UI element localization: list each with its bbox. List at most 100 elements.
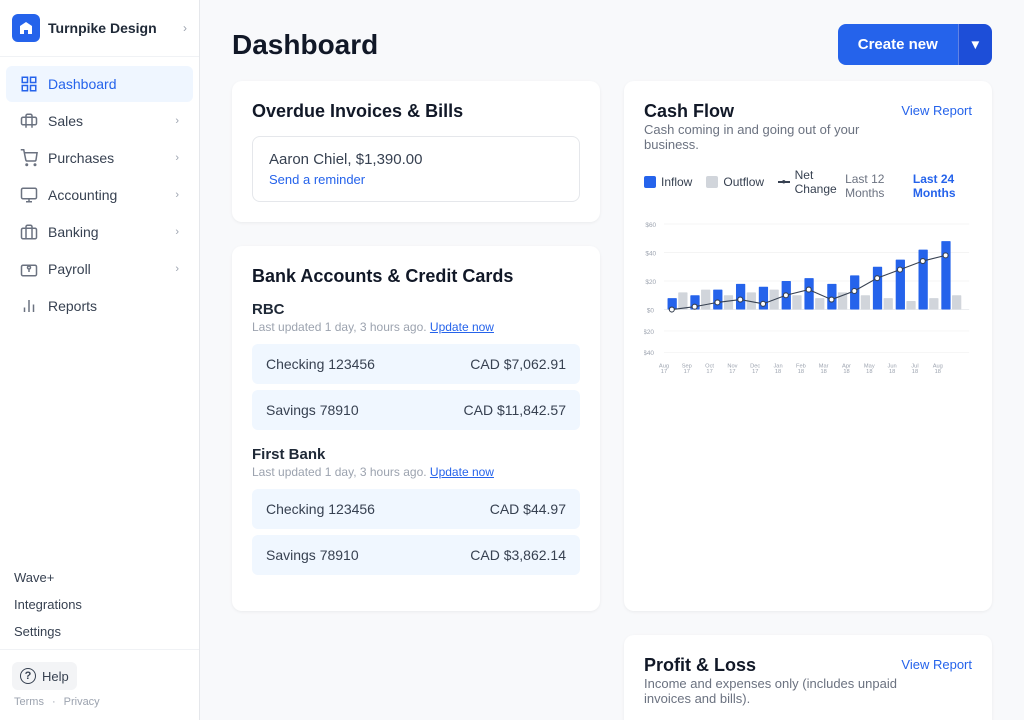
sidebar-item-dashboard[interactable]: Dashboard	[6, 66, 193, 102]
svg-text:-$40: -$40	[644, 350, 654, 357]
first-savings-name: Savings 78910	[266, 547, 359, 563]
svg-text:18: 18	[798, 369, 804, 375]
svg-text:18: 18	[935, 369, 941, 375]
rbc-name: RBC	[252, 301, 580, 318]
help-icon: ?	[20, 668, 36, 684]
bank-first: First Bank Last updated 1 day, 3 hours a…	[252, 446, 580, 575]
legend-inflow: Inflow	[644, 175, 692, 189]
sidebar-item-label: Purchases	[48, 150, 165, 166]
svg-text:18: 18	[775, 369, 781, 375]
sidebar-item-label: Banking	[48, 224, 165, 240]
banking-icon	[20, 223, 38, 241]
payroll-icon	[20, 260, 38, 278]
accounting-icon	[20, 186, 38, 204]
bank-accounts-title: Bank Accounts & Credit Cards	[252, 266, 580, 287]
svg-text:$60: $60	[645, 222, 656, 229]
create-new-button-group: Create new ▼	[838, 24, 992, 65]
sidebar-settings[interactable]: Settings	[14, 618, 185, 645]
help-label: Help	[42, 669, 69, 684]
svg-text:-$20: -$20	[644, 329, 654, 336]
chevron-down-icon: ›	[175, 189, 179, 201]
cash-flow-legend: Inflow Outflow Net Change	[644, 168, 841, 196]
first-bank-updated: Last updated 1 day, 3 hours ago. Update …	[252, 465, 580, 479]
svg-text:18: 18	[912, 369, 918, 375]
svg-text:$40: $40	[645, 250, 656, 257]
page-title: Dashboard	[232, 29, 838, 61]
rbc-checking[interactable]: Checking 123456 CAD $7,062.91	[252, 344, 580, 384]
sidebar-bottom: ? Help Terms · Privacy	[0, 649, 199, 720]
first-bank-savings[interactable]: Savings 78910 CAD $3,862.14	[252, 535, 580, 575]
dashboard-icon	[20, 75, 38, 93]
sidebar-item-label: Reports	[48, 298, 179, 314]
profit-loss-view-report[interactable]: View Report	[901, 657, 972, 672]
bank-rbc: RBC Last updated 1 day, 3 hours ago. Upd…	[252, 301, 580, 430]
cash-flow-period: Last 12 Months Last 24 Months	[841, 170, 972, 202]
sidebar-item-purchases[interactable]: Purchases ›	[6, 140, 193, 176]
sidebar-item-reports[interactable]: Reports	[6, 288, 193, 324]
rbc-updated: Last updated 1 day, 3 hours ago. Update …	[252, 320, 580, 334]
overdue-invoices-card: Overdue Invoices & Bills Aaron Chiel, $1…	[232, 81, 600, 222]
terms-link[interactable]: Terms	[14, 696, 44, 708]
overdue-title: Overdue Invoices & Bills	[252, 101, 580, 122]
svg-text:17: 17	[752, 369, 758, 375]
first-savings-amount: CAD $3,862.14	[470, 547, 566, 563]
invoice-name: Aaron Chiel, $1,390.00	[269, 151, 422, 168]
chevron-down-icon: ›	[175, 263, 179, 275]
sidebar-item-label: Accounting	[48, 187, 165, 203]
sidebar-wave-plus[interactable]: Wave+	[14, 564, 185, 591]
period-12m[interactable]: Last 12 Months	[841, 170, 901, 202]
first-bank-update-link[interactable]: Update now	[430, 465, 494, 479]
svg-text:18: 18	[866, 369, 872, 375]
profit-loss-title: Profit & Loss	[644, 655, 901, 676]
cash-flow-view-report[interactable]: View Report	[901, 103, 972, 118]
net-change-line	[778, 181, 790, 183]
invoice-item[interactable]: Aaron Chiel, $1,390.00 Send a reminder	[252, 136, 580, 202]
sidebar-item-label: Payroll	[48, 261, 165, 277]
svg-text:17: 17	[729, 369, 735, 375]
cash-flow-header: Cash Flow Cash coming in and going out o…	[644, 101, 972, 162]
profit-loss-card: Profit & Loss Income and expenses only (…	[624, 635, 992, 720]
app-logo	[12, 14, 40, 42]
purchases-icon	[20, 149, 38, 167]
sidebar-item-banking[interactable]: Banking ›	[6, 214, 193, 250]
main-header: Dashboard Create new ▼	[200, 0, 1024, 81]
sales-icon	[20, 112, 38, 130]
send-reminder-link[interactable]: Send a reminder	[269, 172, 563, 187]
inflow-color	[644, 176, 656, 188]
svg-text:18: 18	[843, 369, 849, 375]
chevron-down-icon: ›	[175, 115, 179, 127]
chevron-down-icon: ›	[175, 152, 179, 164]
sidebar-integrations[interactable]: Integrations	[14, 591, 185, 618]
create-new-dropdown-button[interactable]: ▼	[958, 24, 992, 65]
rbc-savings[interactable]: Savings 78910 CAD $11,842.57	[252, 390, 580, 430]
sidebar-nav: Dashboard Sales › Purchases › Accounting…	[0, 57, 199, 560]
sidebar: Turnpike Design › Dashboard Sales › Purc…	[0, 0, 200, 720]
sidebar-item-label: Sales	[48, 113, 165, 129]
rbc-update-link[interactable]: Update now	[430, 320, 494, 334]
create-new-button[interactable]: Create new	[838, 24, 958, 65]
profit-loss-header: Profit & Loss Income and expenses only (…	[644, 655, 972, 716]
help-button[interactable]: ? Help	[12, 662, 77, 690]
svg-text:$20: $20	[645, 279, 656, 286]
svg-text:17: 17	[706, 369, 712, 375]
rbc-checking-name: Checking 123456	[266, 356, 375, 372]
svg-text:18: 18	[821, 369, 827, 375]
first-checking-amount: CAD $44.97	[490, 501, 566, 517]
sidebar-header[interactable]: Turnpike Design ›	[0, 0, 199, 57]
privacy-link[interactable]: Privacy	[64, 696, 100, 708]
legend-net-change: Net Change	[778, 168, 841, 196]
bank-accounts-card: Bank Accounts & Credit Cards RBC Last up…	[232, 246, 600, 611]
first-bank-name: First Bank	[252, 446, 580, 463]
cash-flow-chart: $60 $40 $20 $0 -$20 -$40	[644, 214, 972, 376]
sidebar-item-accounting[interactable]: Accounting ›	[6, 177, 193, 213]
sidebar-item-sales[interactable]: Sales ›	[6, 103, 193, 139]
period-24m[interactable]: Last 24 Months	[909, 170, 972, 202]
first-bank-checking[interactable]: Checking 123456 CAD $44.97	[252, 489, 580, 529]
profit-loss-subtitle: Income and expenses only (includes unpai…	[644, 676, 901, 706]
sidebar-item-payroll[interactable]: Payroll ›	[6, 251, 193, 287]
cash-flow-card: Cash Flow Cash coming in and going out o…	[624, 81, 992, 611]
rbc-savings-name: Savings 78910	[266, 402, 359, 418]
app-menu-chevron[interactable]: ›	[183, 21, 187, 35]
dashboard-grid: Overdue Invoices & Bills Aaron Chiel, $1…	[200, 81, 1024, 720]
reports-icon	[20, 297, 38, 315]
